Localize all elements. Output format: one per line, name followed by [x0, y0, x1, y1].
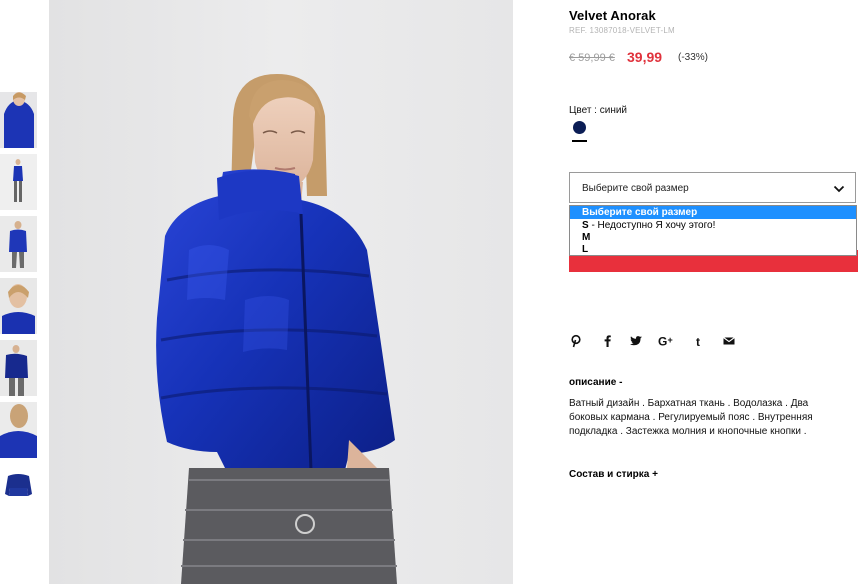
sale-price: 39,99 — [627, 49, 663, 65]
size-select-value: Выберите свой размер — [582, 183, 689, 194]
svg-text:G: G — [658, 335, 667, 349]
thumbnail-5[interactable] — [0, 340, 37, 396]
share-bar: G + t — [569, 334, 749, 350]
twitter-icon[interactable] — [629, 334, 643, 348]
product-ref: REF. 13087018-VELVET-LM — [569, 26, 675, 35]
size-select[interactable]: Выберите свой размер — [569, 172, 856, 203]
product-main-image[interactable] — [49, 0, 513, 584]
discount-badge: (-33%) — [678, 52, 709, 63]
thumbnail-1[interactable] — [0, 92, 37, 148]
size-option-l[interactable]: L — [570, 243, 856, 256]
thumbnail-6[interactable] — [0, 402, 37, 458]
product-page: Velvet Anorak REF. 13087018-VELVET-LM € … — [0, 0, 862, 584]
old-price: € 59,99 € — [569, 52, 615, 64]
color-label: Цвет : синий — [569, 105, 628, 116]
thumbnail-3[interactable] — [0, 216, 37, 272]
color-swatch-navy[interactable] — [573, 121, 586, 134]
chevron-down-icon — [833, 182, 845, 194]
tumblr-icon[interactable]: t — [693, 334, 707, 348]
selected-swatch-indicator — [572, 140, 587, 142]
product-title: Velvet Anorak — [569, 8, 656, 23]
size-option-placeholder[interactable]: Выберите свой размер — [570, 206, 856, 219]
google-plus-icon[interactable]: G + — [658, 334, 676, 349]
description-toggle[interactable]: описание - — [569, 377, 622, 388]
composition-care-toggle[interactable]: Состав и стирка + — [569, 469, 658, 480]
email-icon[interactable] — [722, 334, 736, 348]
thumbnail-4[interactable] — [0, 278, 37, 334]
svg-text:+: + — [668, 335, 673, 345]
svg-text:t: t — [696, 335, 700, 348]
description-text: Ватный дизайн . Бархатная ткань . Водола… — [569, 398, 813, 437]
thumbnail-2[interactable] — [0, 154, 37, 210]
size-dropdown-list: Выберите свой размер S - Недоступно Я хо… — [569, 205, 857, 256]
thumbnail-7[interactable] — [0, 464, 37, 520]
product-info-panel: Velvet Anorak REF. 13087018-VELVET-LM € … — [569, 0, 862, 584]
pinterest-icon[interactable] — [569, 334, 583, 348]
facebook-icon[interactable] — [600, 334, 614, 348]
